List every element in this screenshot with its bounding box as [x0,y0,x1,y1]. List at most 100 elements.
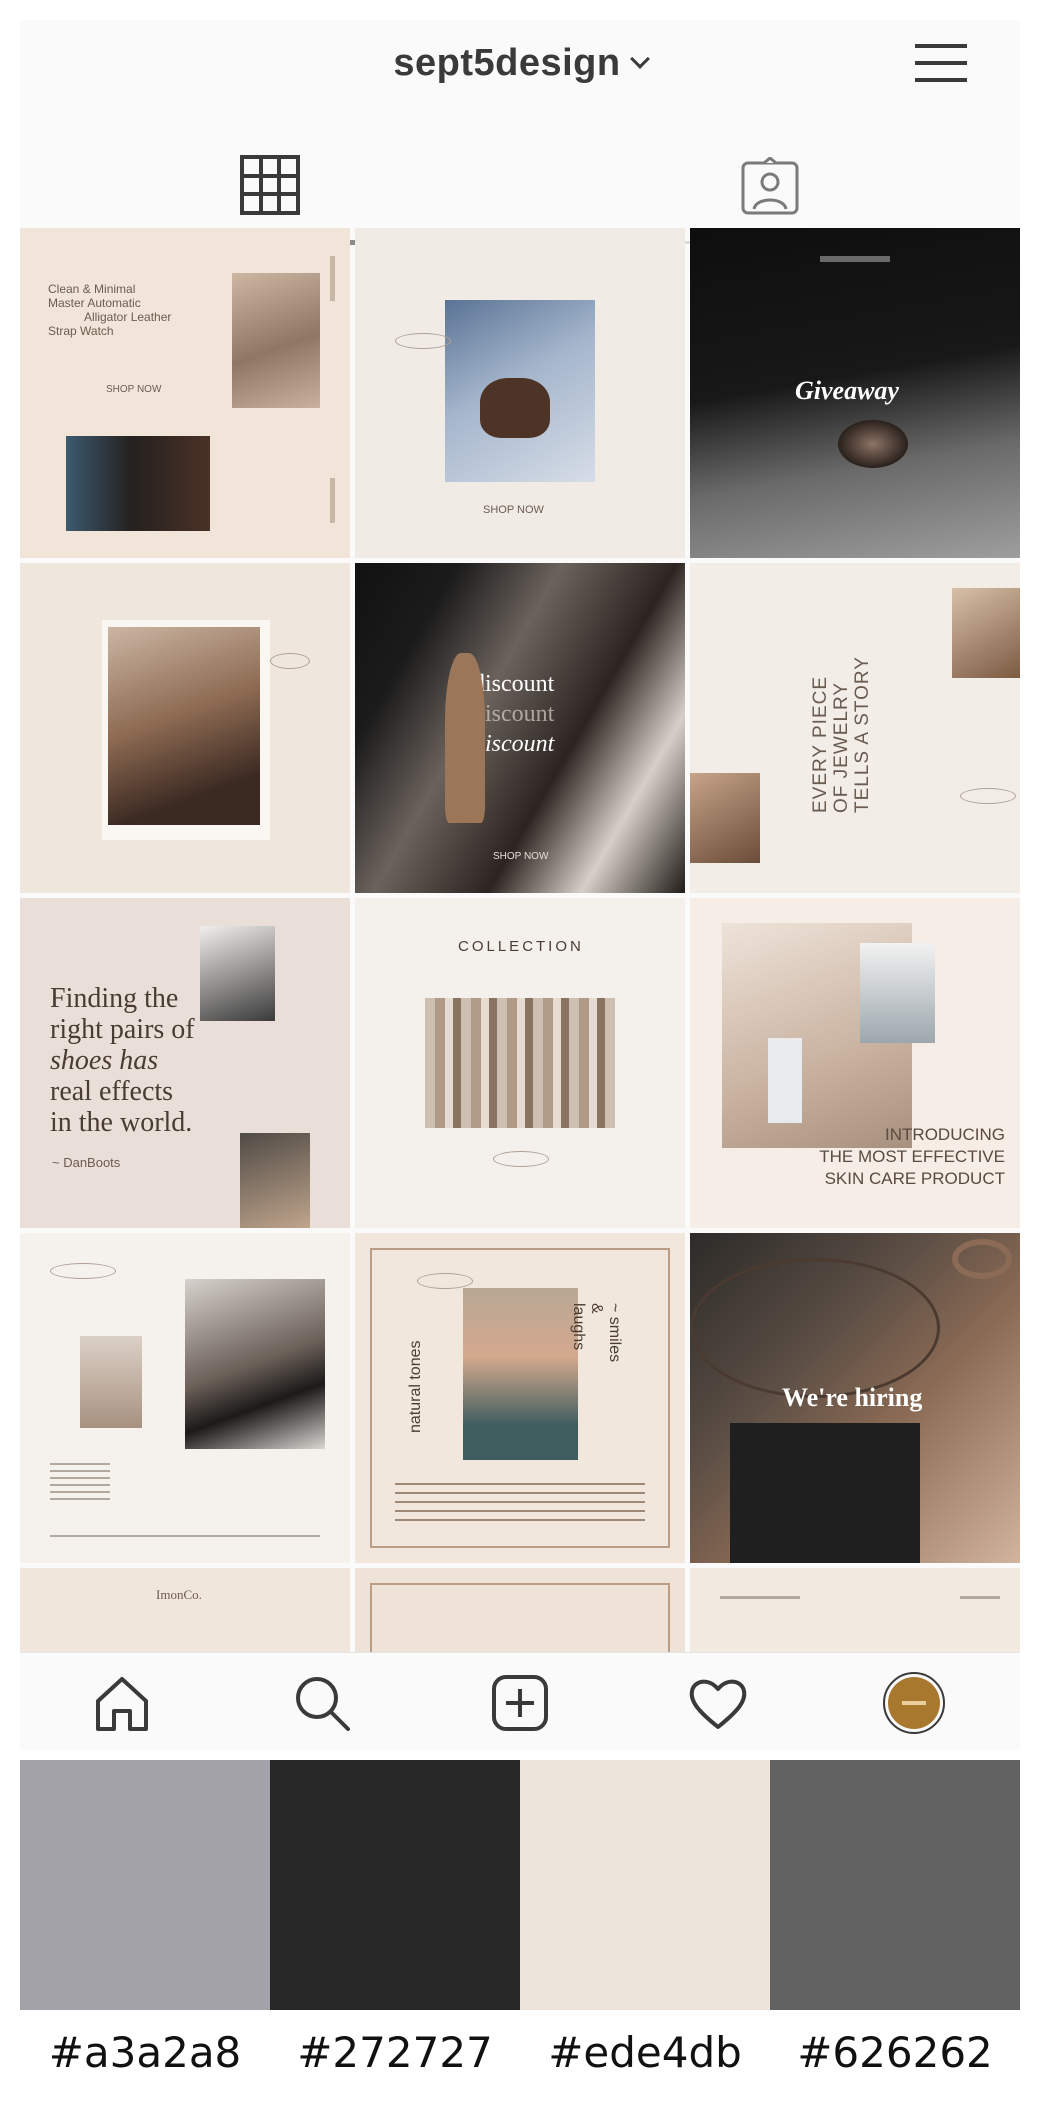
color-code: #272727 [297,2028,493,2077]
post-watch[interactable]: Clean & Minimal Master Automatic Alligat… [20,228,350,558]
badge-outline [417,1273,473,1289]
post-skincare[interactable]: INTRODUCING THE MOST EFFECTIVE SKIN CARE… [690,898,1020,1228]
post-discount-title-echo: discount [473,731,555,757]
natural-side-left: natural tones [407,1340,424,1433]
tab-tagged[interactable] [520,125,1020,240]
bottle-shape [768,1038,802,1123]
grid-icon [240,155,300,215]
wrist-photo [66,436,210,531]
avatar [883,1672,945,1734]
color-code: #a3a2a8 [48,2028,242,2077]
posts-grid: Clean & Minimal Master Automatic Alligat… [20,228,1020,1653]
natural-side-right: ~ smiles & laughs [570,1303,623,1363]
quote-line: right pairs of [50,1014,195,1045]
profile-header: sept5design [20,20,1020,125]
post-collection-title: COLLECTION [458,938,584,955]
post-jewelry[interactable]: EVERY PIECE OF JEWELRY TELLS A STORY [690,563,1020,893]
shoe-photo [185,1279,325,1449]
rack-photo [425,998,615,1128]
post-discount-title: discount [473,671,555,697]
quote-author: ~ DanBoots [52,1155,121,1170]
nav-profile[interactable] [882,1671,946,1735]
woman-photo [463,1288,578,1460]
badge-outline [270,653,310,669]
post-portrait[interactable] [20,563,350,893]
hamburger-menu-icon[interactable] [915,40,967,86]
watch-photo [232,273,320,408]
figure-photo [860,943,935,1043]
badge-outline [395,333,451,349]
post-discount[interactable]: discount discount discount SHOP NOW [355,563,685,893]
quote-line: in the world. [50,1107,193,1138]
bottom-navigation [20,1652,1020,1750]
badge-outline [50,1263,116,1279]
search-icon [296,1677,350,1731]
jewelry-text: EVERY PIECE OF JEWELRY TELLS A STORY [810,583,873,813]
post-collection[interactable]: COLLECTION [355,898,685,1228]
skincare-line: INTRODUCING [885,1125,1005,1144]
post-watch-line: Clean & Minimal [48,282,136,296]
post-quote[interactable]: Finding the right pairs of shoes has rea… [20,898,350,1228]
nav-activity[interactable] [686,1671,750,1735]
home-icon [96,1677,148,1731]
jewelry-photo-top [952,588,1020,678]
book-shape [730,1423,920,1563]
quote-line: real effects [50,1076,174,1107]
plus-square-icon [492,1675,548,1731]
post-watch-line: Master Automatic [48,296,141,310]
post-natural[interactable]: natural tones ~ smiles & laughs [355,1233,685,1563]
skincare-text: INTRODUCING THE MOST EFFECTIVE SKIN CARE… [740,1124,1005,1190]
ring-shape [952,1239,1012,1279]
swatch [20,1760,270,2010]
post-shop[interactable]: SHOP NOW [355,228,685,558]
post-watch-line: Strap Watch [48,324,114,338]
post-shoe[interactable] [20,1233,350,1563]
text-block [50,1463,110,1503]
quote-line: shoes has [50,1045,159,1076]
figurine-photo [80,1336,142,1428]
post-shop-cta: SHOP NOW [483,504,544,516]
nav-new-post[interactable] [488,1671,552,1735]
chevron-down-icon [629,49,650,69]
swatch [520,1760,770,2010]
post-partial[interactable] [690,1568,1020,1653]
post-watch-cta: SHOP NOW [106,384,162,395]
nav-home[interactable] [90,1671,154,1735]
badge-outline [493,1151,549,1167]
post-giveaway-title: Giveaway [795,376,899,405]
product-shape [480,378,550,438]
post-giveaway[interactable]: Giveaway [690,228,1020,558]
quote-text: Finding the right pairs of shoes has rea… [50,983,195,1138]
palette-codes: #a3a2a8 #272727 #ede4db #626262 [20,2028,1020,2088]
mask-object [838,420,908,468]
post-watch-line: Alligator Leather [84,310,172,324]
shoe-photo-bottom [240,1133,310,1228]
frame-border [370,1583,670,1653]
account-switcher[interactable]: sept5design [20,42,1020,85]
divider-line [50,1535,320,1537]
jewelry-line: OF JEWELRY [831,681,852,813]
post-hiring[interactable]: We're hiring [690,1233,1020,1563]
jewelry-line: EVERY PIECE [810,675,831,813]
color-palette [20,1760,1020,2010]
brand-mark [820,256,890,262]
post-partial[interactable] [355,1568,685,1653]
jewelry-line: TELLS A STORY [852,656,873,813]
quote-line: Finding the [50,983,179,1014]
shoe-photo-top [200,926,275,1021]
nav-search[interactable] [290,1671,354,1735]
tab-grid[interactable] [20,125,520,240]
accent-bar [330,478,335,523]
instagram-profile-screen: sept5design Clean & Minimal Master Autom… [20,20,1020,1750]
username: sept5design [393,42,621,84]
badge-outline [960,788,1016,804]
skincare-line: THE MOST EFFECTIVE [819,1147,1005,1166]
post-hiring-title: We're hiring [782,1383,923,1412]
post-discount-cta: SHOP NOW [493,851,549,862]
accent-bar [330,256,335,301]
glasses-shape [690,1258,940,1398]
text-bar [960,1596,1000,1599]
post-discount-title-echo: discount [473,701,555,727]
color-code: #ede4db [548,2028,742,2077]
post-partial[interactable]: ImonCo. [20,1568,350,1653]
